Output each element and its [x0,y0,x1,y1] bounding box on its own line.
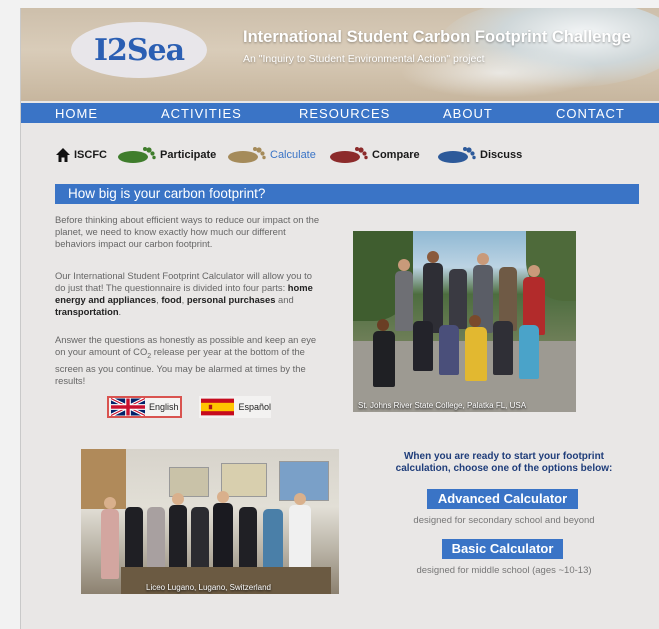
blue-footprint-icon [438,147,476,163]
person-figure [395,271,413,331]
poster-shape [221,463,267,497]
subnav-calculate[interactable]: Calculate [226,143,316,167]
person-head [294,493,306,505]
para-text: . [118,306,122,317]
spain-flag-icon [201,398,235,416]
nav-contact[interactable]: CONTACT [556,106,625,121]
person-figure [465,327,487,381]
person-figure [493,321,513,375]
para-bold: food [161,294,182,305]
spanish-button[interactable]: Español [199,396,271,418]
person-figure [373,331,395,387]
site-header: I2Sea International Student Carbon Footp… [21,8,659,101]
home-icon [56,148,70,162]
person-head [528,265,540,277]
basic-calculator-description: designed for middle school (ages ~10-13) [416,565,592,576]
person-figure [449,269,467,329]
subnav-label: Calculate [270,149,316,161]
person-head [427,251,439,263]
basic-calculator-button[interactable]: Basic Calculator [442,539,563,559]
green-footprint-icon [118,147,156,163]
person-head [172,493,184,505]
section-banner: How big is your carbon footprint? [55,184,639,204]
subnav-label: Discuss [480,149,523,161]
person-head [377,319,389,331]
subnav-compare[interactable]: Compare [328,143,420,167]
group-photo-florida: St. Johns River State College, Palatka F… [353,231,576,412]
main-nav: HOME ACTIVITIES RESOURCES ABOUT CONTACT [21,103,659,123]
group-photo-lugano: Liceo Lugano, Lugano, Switzerland [81,449,339,594]
photo-caption: St. Johns River State College, Palatka F… [358,401,527,410]
uk-flag-icon [111,398,145,416]
honesty-paragraph: Answer the questions as honestly as poss… [55,334,321,387]
para-text: and [275,294,294,305]
english-button[interactable]: English [107,396,182,418]
person-figure [519,325,539,379]
nav-about[interactable]: ABOUT [443,106,493,121]
advanced-calculator-description: designed for secondary school and beyond [413,515,595,526]
person-head [104,497,116,509]
person-head [469,315,481,327]
nav-resources[interactable]: RESOURCES [299,106,390,121]
site-logo[interactable]: I2Sea [71,22,207,78]
cta-text: When you are ready to start your footpri… [395,451,613,474]
subnav-label: Participate [160,149,217,161]
person-figure [439,325,459,375]
person-figure [101,509,119,579]
subnav-label: Compare [372,149,420,161]
person-head [398,259,410,271]
para-text: Our International Student Footprint Calc… [55,270,312,293]
calculator-paragraph: Our International Student Footprint Calc… [55,270,321,318]
subnav-label: ISCFC [74,149,107,161]
person-head [217,491,229,503]
photo-caption: Liceo Lugano, Lugano, Switzerland [146,583,271,592]
red-footprint-icon [330,147,368,163]
para-bold: personal purchases [186,294,276,305]
subnav-participate[interactable]: Participate [116,143,216,167]
intro-paragraph: Before thinking about efficient ways to … [55,214,320,249]
page: I2Sea International Student Carbon Footp… [20,8,659,629]
nav-activities[interactable]: ACTIVITIES [161,106,242,121]
para-bold: transportation [55,306,119,317]
person-figure [413,321,433,371]
nav-home[interactable]: HOME [55,106,98,121]
english-label: English [149,402,179,412]
subnav-discuss[interactable]: Discuss [436,143,522,167]
logo-text: I2Sea [93,32,185,68]
subnav-iscfc[interactable]: ISCFC [55,143,107,167]
tan-footprint-icon [228,147,266,163]
advanced-calculator-button[interactable]: Advanced Calculator [427,489,578,509]
spanish-label: Español [238,402,271,412]
person-head [477,253,489,265]
site-subtitle: An "Inquiry to Student Environmental Act… [243,53,485,65]
site-title: International Student Carbon Footprint C… [243,28,631,46]
